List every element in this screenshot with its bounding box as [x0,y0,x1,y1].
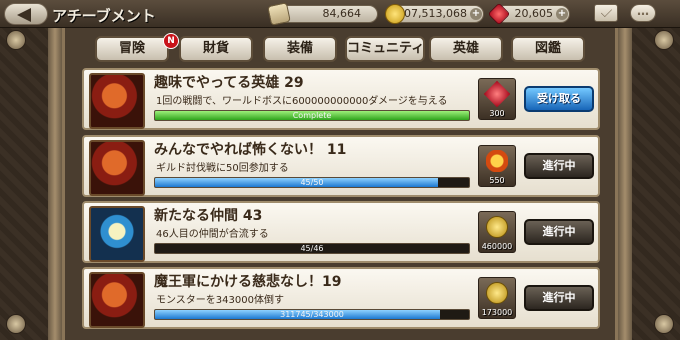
progress-bar: 45/50 [154,177,470,188]
hero-portrait-icon [89,272,145,328]
tab-wealth[interactable]: 財貨 [179,36,253,62]
chat-icon[interactable]: … [630,4,656,22]
achievement-row: 趣味でやってる英雄 29 1回の戦闘で、ワールドボスに600000000000ダ… [82,68,600,130]
trophy-portrait-icon [89,206,145,262]
add-gems-button[interactable]: + [556,8,568,20]
ruby-gem-icon [487,2,511,26]
achievement-description: ギルド討伐戦に50回参加する [156,163,289,174]
gem-resource: 20,605 + [487,2,570,26]
achievement-title: 魔王軍にかける慈悲なし！19 [154,274,342,290]
right-frame-decoration [618,28,680,340]
in-progress-button[interactable]: 進行中 [524,285,594,311]
reward-count: 173000 [481,308,513,317]
back-arrow-icon[interactable] [4,3,48,25]
achievement-description: 1回の戦闘で、ワールドボスに600000000000ダメージを与える [156,96,448,107]
achievement-title: 新たなる仲間 43 [154,208,263,224]
gold-coin-icon [486,216,508,238]
burst-icon [486,150,508,172]
top-bar: アチーブメント 84,664 507,513,068 + 20,605 + … [0,0,680,28]
progress-text: 45/50 [300,178,324,187]
reward-count: 550 [489,176,505,185]
progress-text: 311745/343000 [280,310,344,319]
reward-slot: 550 [478,145,516,187]
progress-bar: Complete [154,110,470,121]
scroll-resource: 84,664 [267,2,378,26]
gem-count: 20,605 [514,7,554,20]
gold-count: 507,513,068 [397,7,467,20]
progress-bar: 45/46 [154,243,470,254]
tab-adventure[interactable]: 冒険 [95,36,169,62]
reward-slot: 300 [478,78,516,120]
progress-text: 45/46 [300,244,324,253]
in-progress-button[interactable]: 進行中 [524,219,594,245]
reward-count: 300 [489,109,505,118]
page-title: アチーブメント [52,7,156,25]
achievement-title: みんなでやれば怖くない！ 11 [154,142,347,158]
gold-resource: 507,513,068 + [385,4,484,24]
mail-icon[interactable] [594,4,618,22]
corner-ornament-icon [654,314,674,334]
new-badge: N [163,33,179,49]
reward-slot: 460000 [478,211,516,253]
left-frame-decoration [0,28,62,340]
corner-ornament-icon [6,30,26,50]
achievement-row: 新たなる仲間 43 46人目の仲間が合流する 45/46 460000 進行中 [82,201,600,263]
achievement-description: 46人目の仲間が合流する [156,229,269,240]
achievement-row: 魔王軍にかける慈悲なし！19 モンスターを343000体倒す 311745/34… [82,267,600,329]
progress-bar: 311745/343000 [154,309,470,320]
scroll-icon [267,2,291,26]
gold-coin-icon [486,282,508,304]
tab-community[interactable]: コミュニティ [345,36,425,62]
add-gold-button[interactable]: + [470,8,482,20]
achievement-title: 趣味でやってる英雄 29 [154,75,304,91]
in-progress-button[interactable]: 進行中 [524,153,594,179]
tab-heroes[interactable]: 英雄 [429,36,503,62]
hero-portrait-icon [89,73,145,129]
reward-count: 460000 [481,242,513,251]
reward-slot: 173000 [478,277,516,319]
ruby-gem-icon [483,80,511,108]
hero-portrait-icon [89,140,145,196]
tab-equipment[interactable]: 装備 [263,36,337,62]
achievement-description: モンスターを343000体倒す [156,295,284,306]
corner-ornament-icon [6,314,26,334]
scroll-count: 84,664 [322,7,362,20]
claim-button[interactable]: 受け取る [524,86,594,112]
gold-coin-icon [385,4,405,24]
achievement-row: みんなでやれば怖くない！ 11 ギルド討伐戦に50回参加する 45/50 550… [82,135,600,197]
progress-text: Complete [292,111,332,120]
corner-ornament-icon [654,30,674,50]
tab-encyclopedia[interactable]: 図鑑 [511,36,585,62]
